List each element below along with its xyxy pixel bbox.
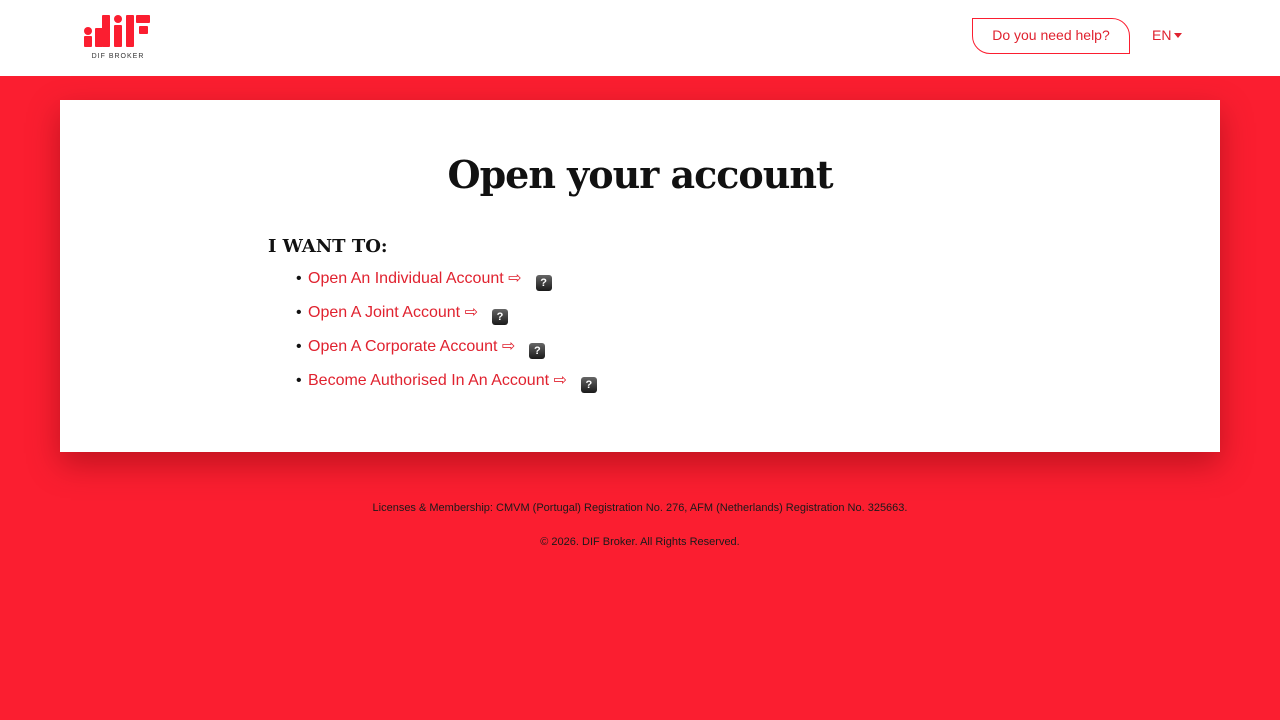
- arrow-right-icon: ⇨: [553, 372, 567, 389]
- question-icon[interactable]: ?: [535, 275, 552, 291]
- page-title: Open your account: [447, 152, 833, 197]
- list-item: • Open A Joint Account ⇨?: [296, 302, 597, 336]
- account-options-list: • Open An Individual Account ⇨? • Open A J…: [296, 268, 597, 404]
- arrow-right-icon: ⇨: [464, 304, 478, 321]
- language-selector[interactable]: EN: [1152, 27, 1183, 43]
- logo-text: DIF BROKER: [91, 53, 145, 60]
- dif-logo[interactable]: DIF BROKER: [84, 14, 152, 62]
- open-individual-account-link[interactable]: Open An Individual Account ⇨: [308, 270, 522, 287]
- arrow-right-icon: ⇨: [501, 338, 516, 355]
- question-icon[interactable]: ?: [580, 377, 597, 393]
- question-icon[interactable]: ?: [529, 343, 546, 359]
- help-button[interactable]: Do you need help?: [972, 18, 1130, 54]
- become-authorised-link[interactable]: Become Authorised In An Account ⇨: [308, 372, 567, 389]
- footer-copyright: © 2026. DIF Broker. All Rights Reserved.: [540, 536, 740, 548]
- site-header: DIF BROKER Do you need help? EN: [0, 0, 1280, 76]
- language-label: EN: [1152, 27, 1172, 43]
- bullet: •: [296, 270, 302, 287]
- bullet: •: [296, 338, 302, 355]
- dif-logo-mark: [84, 15, 150, 47]
- account-card: Open your account I WANT TO: • Open An In…: [60, 100, 1220, 452]
- list-item: • Become Authorised In An Account ⇨?: [296, 370, 597, 404]
- open-joint-account-link[interactable]: Open A Joint Account ⇨: [308, 304, 478, 321]
- list-item: • Open A Corporate Account ⇨?: [296, 336, 597, 370]
- arrow-right-icon: ⇨: [508, 270, 522, 287]
- bullet: •: [296, 372, 302, 389]
- footer-licenses: Licenses & Membership: CMVM (Portugal) R…: [372, 502, 908, 514]
- section-heading: I WANT TO:: [268, 236, 388, 257]
- open-corporate-account-link[interactable]: Open A Corporate Account ⇨: [308, 338, 515, 355]
- caret-down-icon: [1174, 33, 1183, 38]
- bullet: •: [296, 304, 302, 321]
- list-item: • Open An Individual Account ⇨?: [296, 268, 597, 302]
- question-icon[interactable]: ?: [491, 309, 508, 325]
